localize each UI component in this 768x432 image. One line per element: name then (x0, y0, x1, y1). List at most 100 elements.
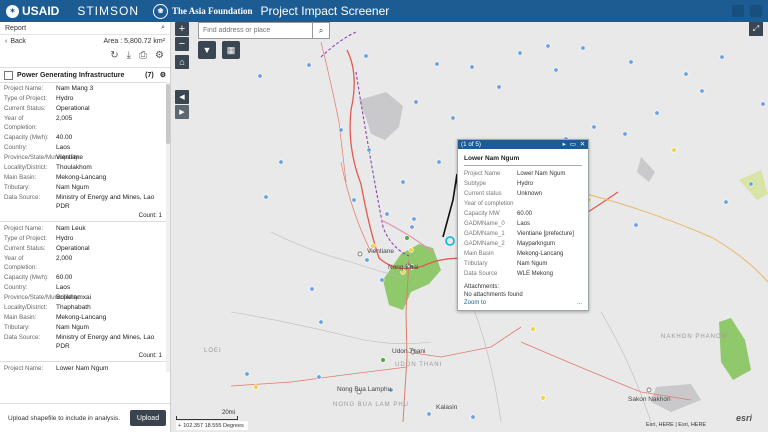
app-header: ✶ USAID STIMSON ❀ The Asia Foundation Pr… (0, 0, 768, 22)
zoom-in-button[interactable]: + (175, 22, 189, 36)
field-value: Hydro (56, 95, 74, 102)
record-field: Current Status: Operational (4, 104, 162, 113)
arrow-left-icon: ◀ (179, 94, 185, 101)
field-label: Main Basin: (4, 174, 37, 181)
admin-line (470, 301, 502, 423)
layer-title: Power Generating Infrastructure (17, 71, 125, 79)
record-item[interactable]: Project Name: Nam Mang 3 Type of Project: H… (0, 82, 166, 222)
upload-button[interactable]: Upload (130, 410, 166, 426)
home-button[interactable]: ⌂ (175, 55, 189, 69)
refresh-icon[interactable]: ↻ (110, 50, 118, 61)
record-field: Project Name: Nam Mang 3 (4, 84, 162, 93)
scrollbar[interactable] (166, 82, 170, 372)
field-label: Project Name: (4, 365, 44, 372)
popup-field-value: Hydro (517, 181, 534, 187)
search-icon: ⌕ (318, 25, 324, 35)
field-label: Current Status: (4, 245, 46, 252)
next-feature-icon[interactable]: ▸ (563, 141, 566, 148)
layer-checkbox[interactable] (4, 70, 13, 80)
layer-count: (7) (145, 71, 154, 79)
field-value: 2,005 (56, 115, 73, 122)
menu-icon[interactable] (732, 5, 744, 17)
field-label: Year of Completion: (4, 115, 38, 131)
road-line (320, 41, 347, 183)
record-item[interactable]: Project Name: Nam Leuk Type of Project: Hyd… (0, 222, 166, 362)
record-field: Locality/District: Thoulakhom (4, 163, 162, 172)
record-field: Year of Completion: 2,000 (4, 254, 162, 272)
search-icon[interactable]: ⌕ (161, 24, 165, 32)
filter-icon: ▼ (202, 45, 212, 55)
layer-settings-icon[interactable]: ⚙ (160, 71, 166, 79)
popup-field: Data Source WLE Mekong (458, 269, 588, 279)
popup-field: Year of completion (458, 199, 588, 209)
field-label: Main Basin: (4, 314, 37, 321)
label-udon-thani: Udon Thani (392, 348, 426, 355)
download-icon[interactable]: ⤓ (127, 50, 131, 61)
label-nong-bua-lam-phu-region: NONG BUA LAM PHU (333, 402, 410, 408)
admin-line (600, 311, 652, 423)
label-nong-khai: Nong Khai (388, 264, 419, 271)
field-label: Capacity (Mwh): (4, 274, 49, 281)
basemap-gallery-button[interactable]: ▦ (222, 41, 240, 59)
field-label: Capacity (Mwh): (4, 134, 49, 141)
popup-field-label: Current status (464, 191, 502, 197)
zoom-out-button[interactable]: − (175, 37, 189, 51)
field-value: Ministry of Energy and Mines, Lao PDR (56, 334, 155, 350)
record-field: Project Name: Lower Nam Ngum (4, 364, 162, 373)
search-button[interactable]: ⌕ (312, 23, 329, 38)
print-icon[interactable]: ⎙ (139, 50, 147, 61)
field-label: Project Name: (4, 85, 44, 92)
popup-field-label: Subtype (464, 181, 487, 187)
popup-field-label: Year of completion (464, 201, 514, 207)
record-count: Count: 1 (138, 212, 162, 219)
user-icon[interactable] (750, 5, 762, 17)
plus-icon: + (178, 422, 182, 429)
field-value: 60.00 (56, 274, 73, 281)
field-label: Locality/District: (4, 164, 48, 171)
record-field: Country: Laos (4, 143, 162, 152)
search-input[interactable] (199, 23, 313, 38)
popup-field-value: Unknown (517, 191, 543, 197)
fullscreen-button[interactable]: ⤢ (749, 22, 763, 36)
back-button[interactable]: ‹ Back (5, 38, 26, 45)
asia-foundation-icon: ❀ (153, 3, 169, 19)
field-value: 40.00 (56, 134, 73, 141)
popup-field-label: GADMName_2 (464, 241, 505, 247)
record-field: Type of Project: Hydro (4, 234, 162, 243)
record-count: Count: 1 (138, 352, 162, 359)
zoom-to-link[interactable]: Zoom to (464, 300, 486, 306)
popup-field-label: Main Basin (464, 251, 494, 257)
field-value: Ministry of Energy and Mines, Lao PDR (56, 194, 155, 210)
protected-area-shape (739, 170, 768, 200)
next-extent-button[interactable]: ▶ (175, 105, 189, 119)
field-value: Nam Leuk (56, 225, 86, 232)
field-value: Vientiane (56, 154, 83, 161)
scrollbar-thumb[interactable] (166, 84, 170, 144)
previous-extent-button[interactable]: ◀ (175, 90, 189, 104)
record-item[interactable]: Project Name:Lower Nam NgumType of Proje… (0, 362, 166, 374)
gear-icon[interactable]: ⚙ (155, 50, 164, 61)
attachments-value: No attachments found (464, 292, 523, 298)
maximize-icon[interactable]: ▭ (570, 141, 576, 148)
field-value: Thaphabath (56, 304, 91, 311)
field-label: Type of Project: (4, 95, 47, 102)
close-icon[interactable]: ✕ (580, 141, 585, 148)
label-nong-bua-lamphu: Nong Bua Lamphu (337, 386, 392, 393)
more-options[interactable]: ... (577, 300, 582, 306)
selected-feature-highlight[interactable] (445, 236, 455, 246)
filter-button[interactable]: ▼ (198, 41, 216, 59)
label-loei: LOEI (204, 348, 222, 354)
popup-field-value (517, 199, 582, 209)
record-field: Project Name: Nam Leuk (4, 224, 162, 233)
lake-shape (637, 157, 655, 182)
record-field: Current Status: Operational (4, 244, 162, 253)
coordinates-readout: + 102.357 18.555 Degrees (176, 421, 248, 430)
layer-header[interactable]: Power Generating Infrastructure (7) ⚙ (0, 67, 170, 83)
popup-field-value: 60.00 (517, 211, 533, 217)
field-value: Lower Nam Ngum (56, 365, 109, 372)
popup-field: GADMName_2 Mayparkngum (458, 239, 588, 249)
expand-icon: ⤢ (752, 24, 760, 33)
popup-field: Tributary Nam Ngum (458, 259, 588, 269)
field-label: Country: (4, 284, 28, 291)
label-udon-thani-region: UDON THANI (395, 362, 443, 368)
